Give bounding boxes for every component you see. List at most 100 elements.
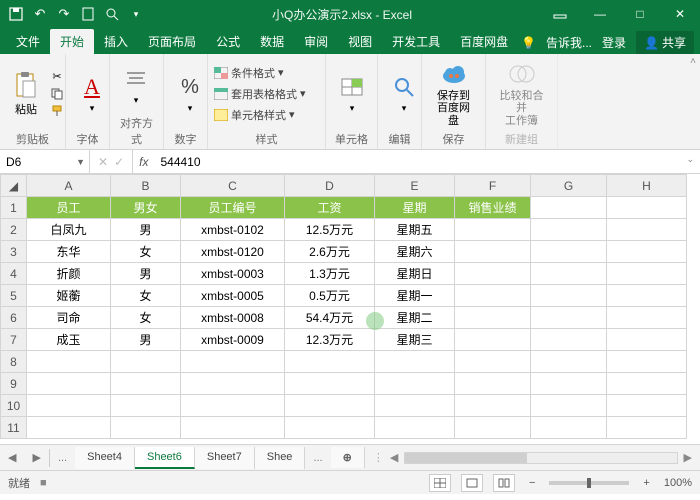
print-preview-icon[interactable] — [104, 6, 120, 22]
cell-B9[interactable] — [111, 373, 181, 395]
cell-D6[interactable]: 54.4万元 — [285, 307, 375, 329]
cell-G5[interactable] — [531, 285, 607, 307]
paste-button[interactable]: 粘贴 — [6, 69, 46, 119]
cell-E8[interactable] — [375, 351, 455, 373]
cell-H9[interactable] — [607, 373, 687, 395]
cell-B11[interactable] — [111, 417, 181, 439]
scroll-right-icon[interactable]: ▶ — [684, 451, 692, 464]
tab-7[interactable]: 视图 — [338, 29, 382, 54]
row-header-6[interactable]: 6 — [1, 307, 27, 329]
cell-D3[interactable]: 2.6万元 — [285, 241, 375, 263]
sheet-nav-next[interactable]: ▶ — [24, 451, 48, 464]
conditional-format[interactable]: 条件格式 ▾ — [214, 65, 306, 81]
cell-D4[interactable]: 1.3万元 — [285, 263, 375, 285]
redo-icon[interactable]: ↷ — [56, 6, 72, 22]
col-header-A[interactable]: A — [27, 175, 111, 197]
formula-bar[interactable] — [154, 150, 680, 173]
cut-icon[interactable]: ✂ — [50, 70, 64, 84]
tab-9[interactable]: 百度网盘 — [450, 29, 518, 54]
cell-C3[interactable]: xmbst-0120 — [181, 241, 285, 263]
undo-icon[interactable]: ↶ — [32, 6, 48, 22]
cell-G4[interactable] — [531, 263, 607, 285]
zoom-in-button[interactable]: + — [639, 477, 653, 489]
ribbon-options-icon[interactable] — [540, 0, 580, 28]
cell-E3[interactable]: 星期六 — [375, 241, 455, 263]
cell-A9[interactable] — [27, 373, 111, 395]
cell-B8[interactable] — [111, 351, 181, 373]
baidu-save-button[interactable]: 保存到 百度网盘 — [428, 58, 479, 128]
cell-F7[interactable] — [455, 329, 531, 351]
view-normal-button[interactable] — [429, 474, 451, 492]
cell-A7[interactable]: 成玉 — [27, 329, 111, 351]
tab-5[interactable]: 数据 — [250, 29, 294, 54]
cell-E5[interactable]: 星期一 — [375, 285, 455, 307]
cell-C8[interactable] — [181, 351, 285, 373]
cell-H2[interactable] — [607, 219, 687, 241]
cell-C11[interactable] — [181, 417, 285, 439]
cell-B1[interactable]: 男女 — [111, 197, 181, 219]
tab-3[interactable]: 页面布局 — [138, 29, 206, 54]
cell-B5[interactable]: 女 — [111, 285, 181, 307]
share-button[interactable]: 👤 共享 — [636, 31, 694, 54]
collapse-ribbon-icon[interactable]: ˄ — [690, 56, 696, 67]
cell-H3[interactable] — [607, 241, 687, 263]
cell-C2[interactable]: xmbst-0102 — [181, 219, 285, 241]
cell-G1[interactable] — [531, 197, 607, 219]
new-doc-icon[interactable] — [80, 6, 96, 22]
row-header-8[interactable]: 8 — [1, 351, 27, 373]
row-header-4[interactable]: 4 — [1, 263, 27, 285]
table-format[interactable]: 套用表格格式 ▾ — [214, 86, 306, 102]
cell-styles[interactable]: 单元格样式 ▾ — [214, 107, 306, 123]
cell-F8[interactable] — [455, 351, 531, 373]
cell-F3[interactable] — [455, 241, 531, 263]
cell-D7[interactable]: 12.3万元 — [285, 329, 375, 351]
cell-C7[interactable]: xmbst-0009 — [181, 329, 285, 351]
number-button[interactable]: %▾ — [170, 71, 210, 116]
cell-F9[interactable] — [455, 373, 531, 395]
cell-B3[interactable]: 女 — [111, 241, 181, 263]
cell-E6[interactable]: 星期二 — [375, 307, 455, 329]
cell-G6[interactable] — [531, 307, 607, 329]
row-header-9[interactable]: 9 — [1, 373, 27, 395]
cell-G11[interactable] — [531, 417, 607, 439]
row-header-10[interactable]: 10 — [1, 395, 27, 417]
maximize-button[interactable]: □ — [620, 0, 660, 28]
cell-G8[interactable] — [531, 351, 607, 373]
cell-H5[interactable] — [607, 285, 687, 307]
cells-button[interactable]: ▾ — [332, 71, 372, 116]
cell-G3[interactable] — [531, 241, 607, 263]
qat-more-icon[interactable]: ▾ — [128, 6, 144, 22]
cell-E9[interactable] — [375, 373, 455, 395]
row-header-2[interactable]: 2 — [1, 219, 27, 241]
col-header-D[interactable]: D — [285, 175, 375, 197]
horizontal-scrollbar[interactable] — [404, 452, 677, 464]
cell-A6[interactable]: 司命 — [27, 307, 111, 329]
font-button[interactable]: A▾ — [72, 71, 112, 116]
col-header-G[interactable]: G — [531, 175, 607, 197]
scroll-split-icon[interactable]: ⋮ — [373, 451, 384, 464]
cell-D11[interactable] — [285, 417, 375, 439]
login-link[interactable]: 登录 — [602, 34, 626, 51]
cell-C10[interactable] — [181, 395, 285, 417]
close-button[interactable]: ✕ — [660, 0, 700, 28]
col-header-H[interactable]: H — [607, 175, 687, 197]
cell-B4[interactable]: 男 — [111, 263, 181, 285]
view-pagebreak-button[interactable] — [493, 474, 515, 492]
cell-E1[interactable]: 星期 — [375, 197, 455, 219]
col-header-F[interactable]: F — [455, 175, 531, 197]
row-header-11[interactable]: 11 — [1, 417, 27, 439]
cell-C1[interactable]: 员工编号 — [181, 197, 285, 219]
cell-C4[interactable]: xmbst-0003 — [181, 263, 285, 285]
col-header-C[interactable]: C — [181, 175, 285, 197]
save-icon[interactable] — [8, 6, 24, 22]
cell-D8[interactable] — [285, 351, 375, 373]
fx-label[interactable]: fx — [133, 150, 154, 173]
cell-D10[interactable] — [285, 395, 375, 417]
accept-formula-icon[interactable]: ✓ — [114, 155, 124, 169]
view-layout-button[interactable] — [461, 474, 483, 492]
cell-A8[interactable] — [27, 351, 111, 373]
row-header-7[interactable]: 7 — [1, 329, 27, 351]
cell-F1[interactable]: 销售业绩 — [455, 197, 531, 219]
cell-A1[interactable]: 员工 — [27, 197, 111, 219]
row-header-3[interactable]: 3 — [1, 241, 27, 263]
